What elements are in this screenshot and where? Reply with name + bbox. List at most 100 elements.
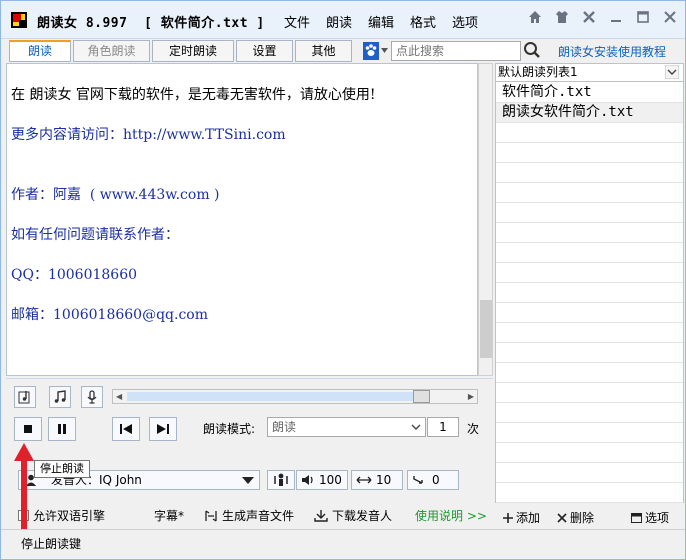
instructions-label: 使用说明 >> xyxy=(415,509,487,523)
instructions-link[interactable]: 使用说明 >> xyxy=(415,507,487,524)
read-mode-label: 朗读模式: xyxy=(203,422,256,436)
search-icon[interactable] xyxy=(523,41,541,59)
voice-engine-button[interactable] xyxy=(267,470,295,490)
window-icon xyxy=(631,512,642,523)
menu-edit[interactable]: 编辑 xyxy=(368,12,410,31)
playlist-empty-row xyxy=(496,143,683,163)
playlist-empty-row xyxy=(496,223,683,243)
generate-audio-button[interactable]: 生成声音文件 xyxy=(204,507,294,524)
playlist-add-button[interactable]: 添加 xyxy=(503,509,540,526)
scroll-thumb[interactable] xyxy=(480,300,492,358)
pitch-control[interactable]: 0 xyxy=(407,470,459,490)
rate-value: 10 xyxy=(376,473,392,487)
music-note-icon xyxy=(54,390,66,403)
read-mode-value: 朗读 xyxy=(272,420,297,434)
download-icon xyxy=(314,509,328,522)
install-tutorial-link[interactable]: 朗读女安装使用教程 xyxy=(558,43,666,60)
tab-read[interactable]: 朗读 xyxy=(9,40,71,62)
document-text-area[interactable]: 在 朗读女 官网下载的软件，是无毒无害软件，请放心使用! 更多内容请访问：htt… xyxy=(6,63,478,376)
file-name: [ 软件简介.txt ] xyxy=(144,16,265,31)
playlist-empty-row xyxy=(496,303,683,323)
playlist-options-button[interactable]: 选项 xyxy=(631,509,669,526)
rate-control[interactable]: 10 xyxy=(351,470,403,490)
status-bar: 停止朗读键 xyxy=(1,529,685,559)
playlist-rows: 软件简介.txt 朗读女软件简介.txt xyxy=(496,83,683,503)
doc-line-5: QQ：1006018660 xyxy=(11,267,138,283)
pause-button[interactable] xyxy=(48,417,76,441)
search-input[interactable] xyxy=(391,41,521,61)
arrow-right-icon[interactable]: ▶ xyxy=(468,392,474,401)
minimize-icon[interactable] xyxy=(609,10,623,24)
tab-role-read[interactable]: 角色朗读 xyxy=(73,40,150,62)
stop-icon xyxy=(24,425,32,433)
arrow-left-icon[interactable]: ◀ xyxy=(116,392,122,401)
playlist-empty-row xyxy=(496,383,683,403)
document-scrollbar[interactable] xyxy=(478,63,493,376)
playlist-empty-row xyxy=(496,443,683,463)
subtitle-label: 字幕* xyxy=(154,509,185,523)
menu-options[interactable]: 选项 xyxy=(452,12,494,31)
music-button[interactable] xyxy=(49,386,71,408)
maximize-icon[interactable] xyxy=(636,10,650,24)
progress-track xyxy=(127,392,427,401)
playlist-item[interactable]: 软件简介.txt xyxy=(496,83,683,103)
skip-forward-icon xyxy=(157,424,169,434)
note-document-icon xyxy=(18,391,30,404)
playlist-empty-row xyxy=(496,183,683,203)
title-bar: 朗读女 8.997 [ 软件简介.txt ] 文件 朗读 编辑 格式 选项 xyxy=(1,1,685,39)
speaker-person-icon xyxy=(274,473,288,486)
progress-slider[interactable]: ◀ ▶ xyxy=(112,389,478,404)
next-button[interactable] xyxy=(149,417,177,441)
window-title: 朗读女 8.997 [ 软件简介.txt ] xyxy=(37,12,265,31)
tab-timed-read[interactable]: 定时朗读 xyxy=(152,40,234,62)
subtitle-button[interactable]: 字幕* xyxy=(154,507,184,524)
home-icon[interactable] xyxy=(528,10,542,24)
stop-tooltip: 停止朗读 xyxy=(34,460,90,478)
open-file-button[interactable] xyxy=(14,386,36,408)
playlist-empty-row xyxy=(496,283,683,303)
record-button[interactable] xyxy=(81,386,103,408)
close-icon[interactable] xyxy=(663,10,677,24)
doc-line-1: 在 朗读女 官网下载的软件，是无毒无害软件，请放心使用! xyxy=(11,87,376,103)
doc-line-6: 邮箱：1006018660@qq.com xyxy=(11,307,208,323)
chevron-down-icon xyxy=(242,477,254,484)
cross-icon xyxy=(557,512,567,523)
playlist-empty-row xyxy=(496,483,683,503)
microphone-icon xyxy=(87,390,97,404)
skip-back-icon xyxy=(120,424,132,434)
app-name: 朗读女 8.997 xyxy=(37,16,128,31)
plus-icon xyxy=(503,512,513,523)
app-window: 朗读女 8.997 [ 软件简介.txt ] 文件 朗读 编辑 格式 选项 朗读… xyxy=(0,0,686,560)
progress-thumb[interactable] xyxy=(413,390,430,403)
delete-label: 删除 xyxy=(570,511,595,525)
download-voice-button[interactable]: 下载发音人 xyxy=(314,507,392,524)
app-logo-icon xyxy=(11,12,27,28)
paw-engine-icon[interactable] xyxy=(363,42,389,60)
playlist-empty-row xyxy=(496,243,683,263)
read-mode-select[interactable]: 朗读 xyxy=(267,417,426,437)
menu-format[interactable]: 格式 xyxy=(410,12,452,31)
playlist-item[interactable]: 朗读女软件简介.txt xyxy=(496,103,683,123)
menu-file[interactable]: 文件 xyxy=(284,12,326,31)
previous-button[interactable] xyxy=(112,417,140,441)
playlist-delete-button[interactable]: 删除 xyxy=(557,509,594,526)
playlist-empty-row xyxy=(496,203,683,223)
tab-other[interactable]: 其他 xyxy=(295,40,352,62)
tools-icon[interactable] xyxy=(582,10,596,24)
playlist-empty-row xyxy=(496,163,683,183)
stop-button[interactable] xyxy=(14,417,42,441)
download-voice-label: 下载发音人 xyxy=(332,509,393,523)
playlist-empty-row xyxy=(496,123,683,143)
playlist-select[interactable]: 默认朗读列表1 xyxy=(496,64,683,82)
pitch-icon xyxy=(413,476,423,484)
bottom-options: 允许双语引擎 字幕* 生成声音文件 下载发音人 使用说明 >> xyxy=(6,504,493,526)
tab-settings[interactable]: 设置 xyxy=(236,40,293,62)
playlist-empty-row xyxy=(496,463,683,483)
menu-read[interactable]: 朗读 xyxy=(326,12,368,31)
doc-line-2: 更多内容请访问：http://www.TTSini.com xyxy=(11,127,286,143)
repeat-count-input[interactable]: 1 xyxy=(427,417,459,437)
skin-icon[interactable] xyxy=(555,10,569,24)
volume-control[interactable]: 100 xyxy=(296,470,348,490)
generate-audio-label: 生成声音文件 xyxy=(222,509,295,523)
playlist-empty-row xyxy=(496,363,683,383)
